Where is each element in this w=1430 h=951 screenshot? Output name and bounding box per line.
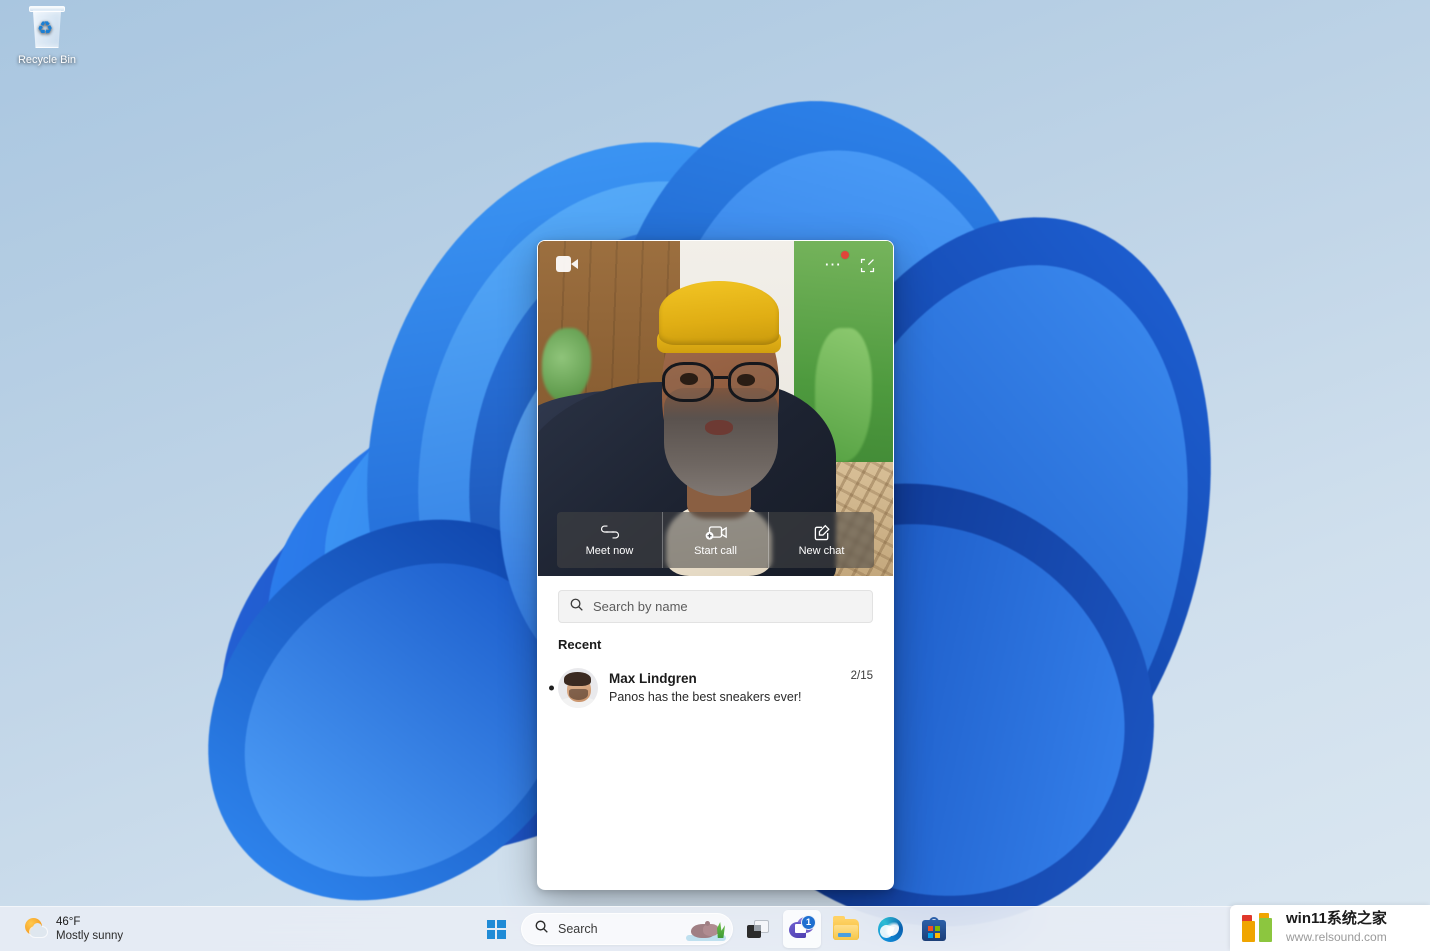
quick-actions-bar: Meet now Start call New chat [557, 512, 874, 568]
watermark: win11系统之家 www.relsound.com [1230, 905, 1430, 951]
teams-chat-badge: 1 [801, 915, 816, 930]
search-input[interactable] [593, 599, 862, 614]
avatar [558, 668, 598, 708]
watermark-url: www.relsound.com [1286, 930, 1387, 944]
video-preview[interactable]: ⋯ Meet now Start call New chat [538, 241, 893, 576]
search-section [538, 576, 893, 623]
camera-icon [556, 256, 578, 272]
chat-date: 2/15 [850, 670, 873, 682]
expand-icon[interactable] [853, 251, 881, 279]
edge-icon [877, 916, 903, 942]
watermark-logo-icon [1240, 913, 1280, 943]
teams-chat-button[interactable]: 1 [783, 910, 821, 948]
desktop[interactable]: ♻ Recycle Bin ⋯ Meet now Start call New … [0, 0, 1430, 951]
recycle-bin-icon: ♻ [27, 6, 67, 50]
taskbar-search-button[interactable]: Search [521, 913, 733, 945]
new-chat-label: New chat [798, 544, 845, 557]
watermark-text: win11系统之家 www.relsound.com [1286, 910, 1422, 947]
watermark-title: win11系统之家 [1286, 909, 1387, 927]
weather-temperature: 46°F [56, 916, 81, 928]
recent-chat-list: Max Lindgren Panos has the best sneakers… [538, 656, 893, 716]
chat-item-text: Max Lindgren Panos has the best sneakers… [609, 670, 840, 706]
weather-widget[interactable]: 46°F Mostly sunny [18, 912, 129, 946]
start-button[interactable] [477, 910, 515, 948]
compose-icon [813, 524, 831, 541]
meet-now-label: Meet now [585, 544, 634, 557]
sun-behind-cloud-icon [24, 917, 48, 941]
chat-preview-message: Panos has the best sneakers ever! [609, 690, 802, 704]
link-icon [599, 524, 621, 541]
start-call-label: Start call [694, 544, 737, 557]
search-icon [569, 597, 584, 617]
unread-indicator [549, 685, 554, 691]
search-icon [534, 919, 549, 939]
hippo-icon [686, 916, 726, 942]
desktop-icon-label: Recycle Bin [17, 54, 77, 66]
video-top-bar: ⋯ [538, 241, 893, 289]
edge-button[interactable] [871, 910, 909, 948]
recent-section-title: Recent [558, 637, 602, 652]
chat-list-item[interactable]: Max Lindgren Panos has the best sneakers… [548, 660, 883, 716]
search-box[interactable] [558, 590, 873, 623]
taskbar-center-group: Search 1 [477, 910, 953, 948]
weather-text: 46°F Mostly sunny [56, 915, 123, 943]
taskbar[interactable]: 46°F Mostly sunny Search 1 [0, 906, 1430, 951]
microsoft-store-button[interactable] [915, 910, 953, 948]
start-call-button[interactable]: Start call [663, 512, 769, 568]
desktop-icon-recycle-bin[interactable]: ♻ Recycle Bin [8, 6, 86, 67]
folder-icon [833, 915, 859, 940]
new-chat-button[interactable]: New chat [769, 512, 874, 568]
file-explorer-button[interactable] [827, 910, 865, 948]
meet-now-button[interactable]: Meet now [557, 512, 663, 568]
video-call-add-icon [704, 524, 728, 541]
store-icon [922, 917, 946, 941]
chat-contact-name: Max Lindgren [609, 671, 697, 686]
more-options-badge [841, 251, 849, 259]
task-view-icon [747, 920, 769, 938]
teams-chat-flyout[interactable]: ⋯ Meet now Start call New chat Search by… [537, 240, 894, 890]
taskbar-search-label: Search [558, 922, 598, 936]
windows-logo-icon [486, 919, 506, 939]
weather-condition: Mostly sunny [56, 930, 124, 942]
task-view-button[interactable] [739, 910, 777, 948]
teams-chat-icon: 1 [789, 915, 816, 941]
